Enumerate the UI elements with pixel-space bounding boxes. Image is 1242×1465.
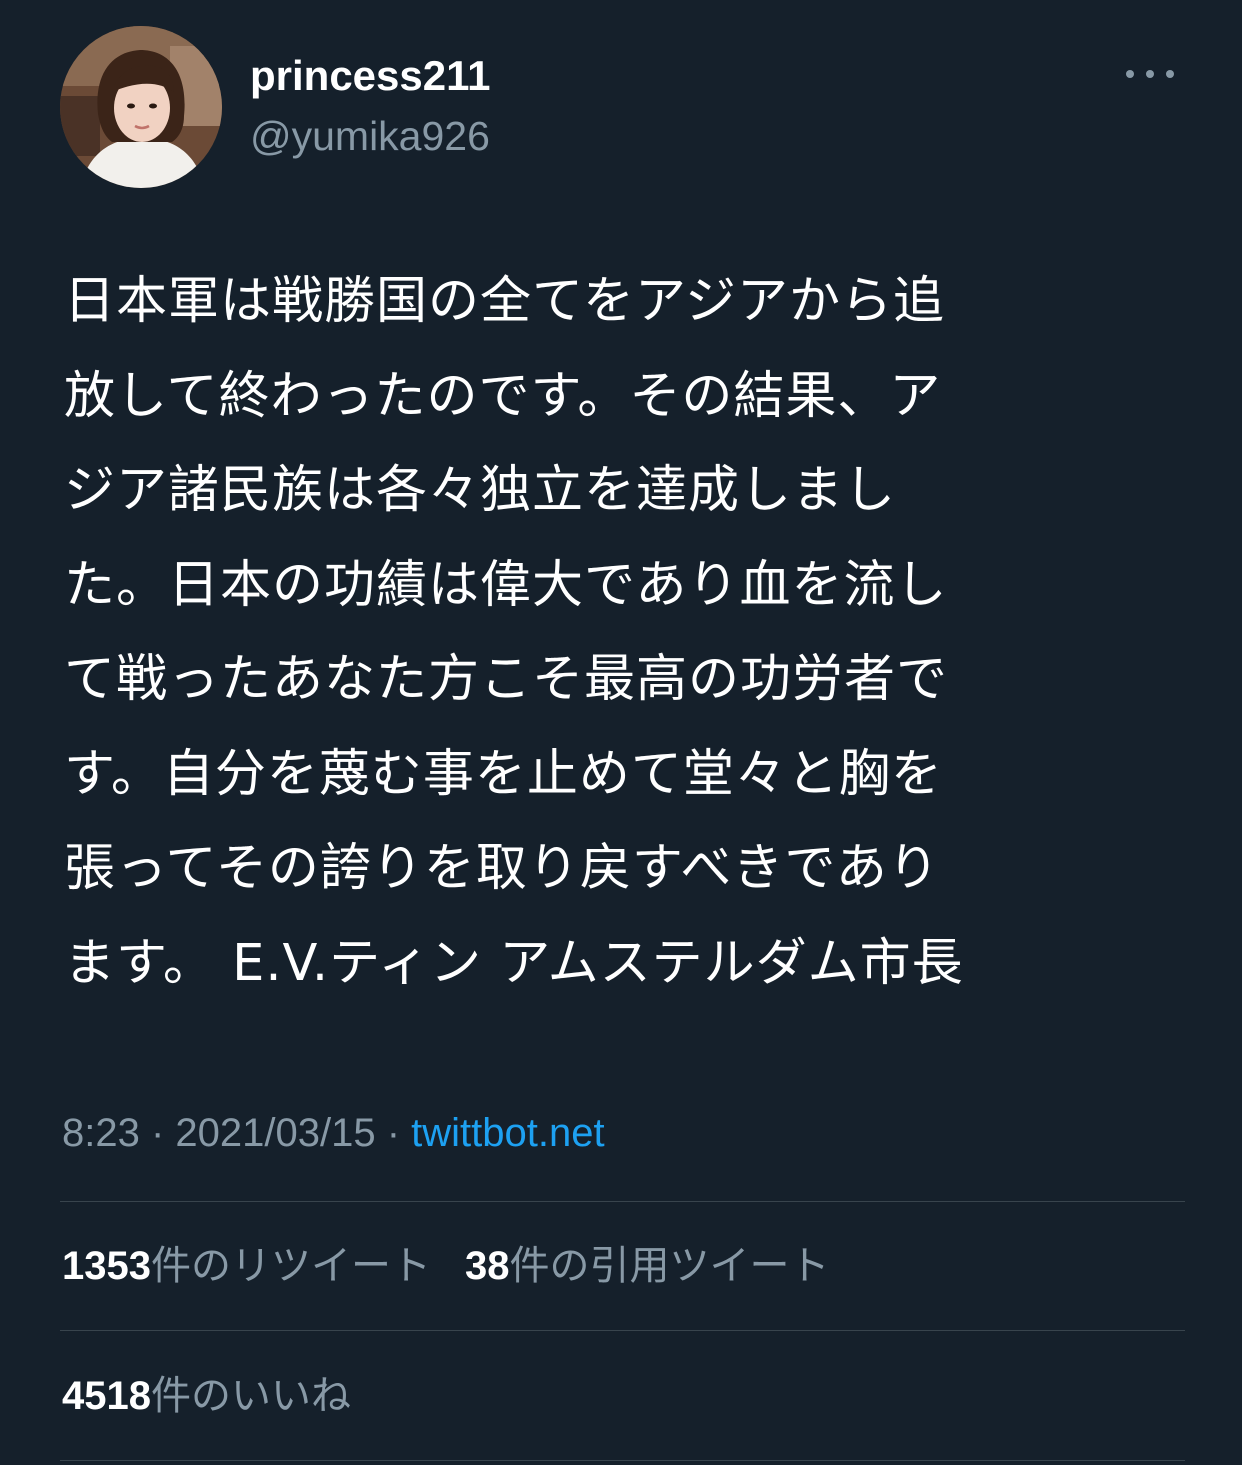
more-dots-icon[interactable] <box>1126 64 1174 84</box>
user-handle[interactable]: @yumika926 <box>250 108 491 164</box>
user-names: princess211 @yumika926 <box>250 48 491 164</box>
like-count: 4518 <box>62 1374 151 1418</box>
divider <box>60 1460 1185 1461</box>
dot <box>1126 70 1134 78</box>
divider <box>60 1201 1185 1202</box>
tweet-text: 日本軍は戦勝国の全てをアジアから追 放して終わったのです。その結果、ア ジア諸民… <box>64 272 964 993</box>
tweet-meta: 8:23 · 2021/03/15 · twittbot.net <box>62 1105 605 1161</box>
retweets-stat[interactable]: 1353件のリツイート <box>62 1244 431 1288</box>
avatar[interactable] <box>60 26 222 188</box>
display-name[interactable]: princess211 <box>250 48 491 104</box>
separator: · <box>139 1111 176 1155</box>
tweet-date: 2021/03/15 <box>175 1111 376 1155</box>
profile-photo <box>60 26 222 188</box>
divider <box>60 1330 1185 1331</box>
retweet-stats: 1353件のリツイート 38件の引用ツイート <box>62 1236 829 1296</box>
quote-label: 件の引用ツイート <box>509 1244 830 1288</box>
like-label: 件のいいね <box>150 1374 351 1418</box>
like-stats: 4518件のいいね <box>62 1366 351 1426</box>
source-link[interactable]: twittbot.net <box>411 1111 604 1155</box>
tweet-header: princess211 @yumika926 <box>60 26 1190 191</box>
dot <box>1166 70 1174 78</box>
tweet-time: 8:23 <box>62 1111 140 1155</box>
quote-count: 38 <box>464 1244 510 1288</box>
quotes-stat[interactable]: 38件の引用ツイート <box>465 1244 830 1288</box>
dot <box>1146 70 1154 78</box>
separator: · <box>375 1111 412 1155</box>
retweet-count: 1353 <box>62 1244 151 1288</box>
retweet-label: 件のリツイート <box>150 1244 431 1288</box>
likes-stat[interactable]: 4518件のいいね <box>62 1374 351 1418</box>
